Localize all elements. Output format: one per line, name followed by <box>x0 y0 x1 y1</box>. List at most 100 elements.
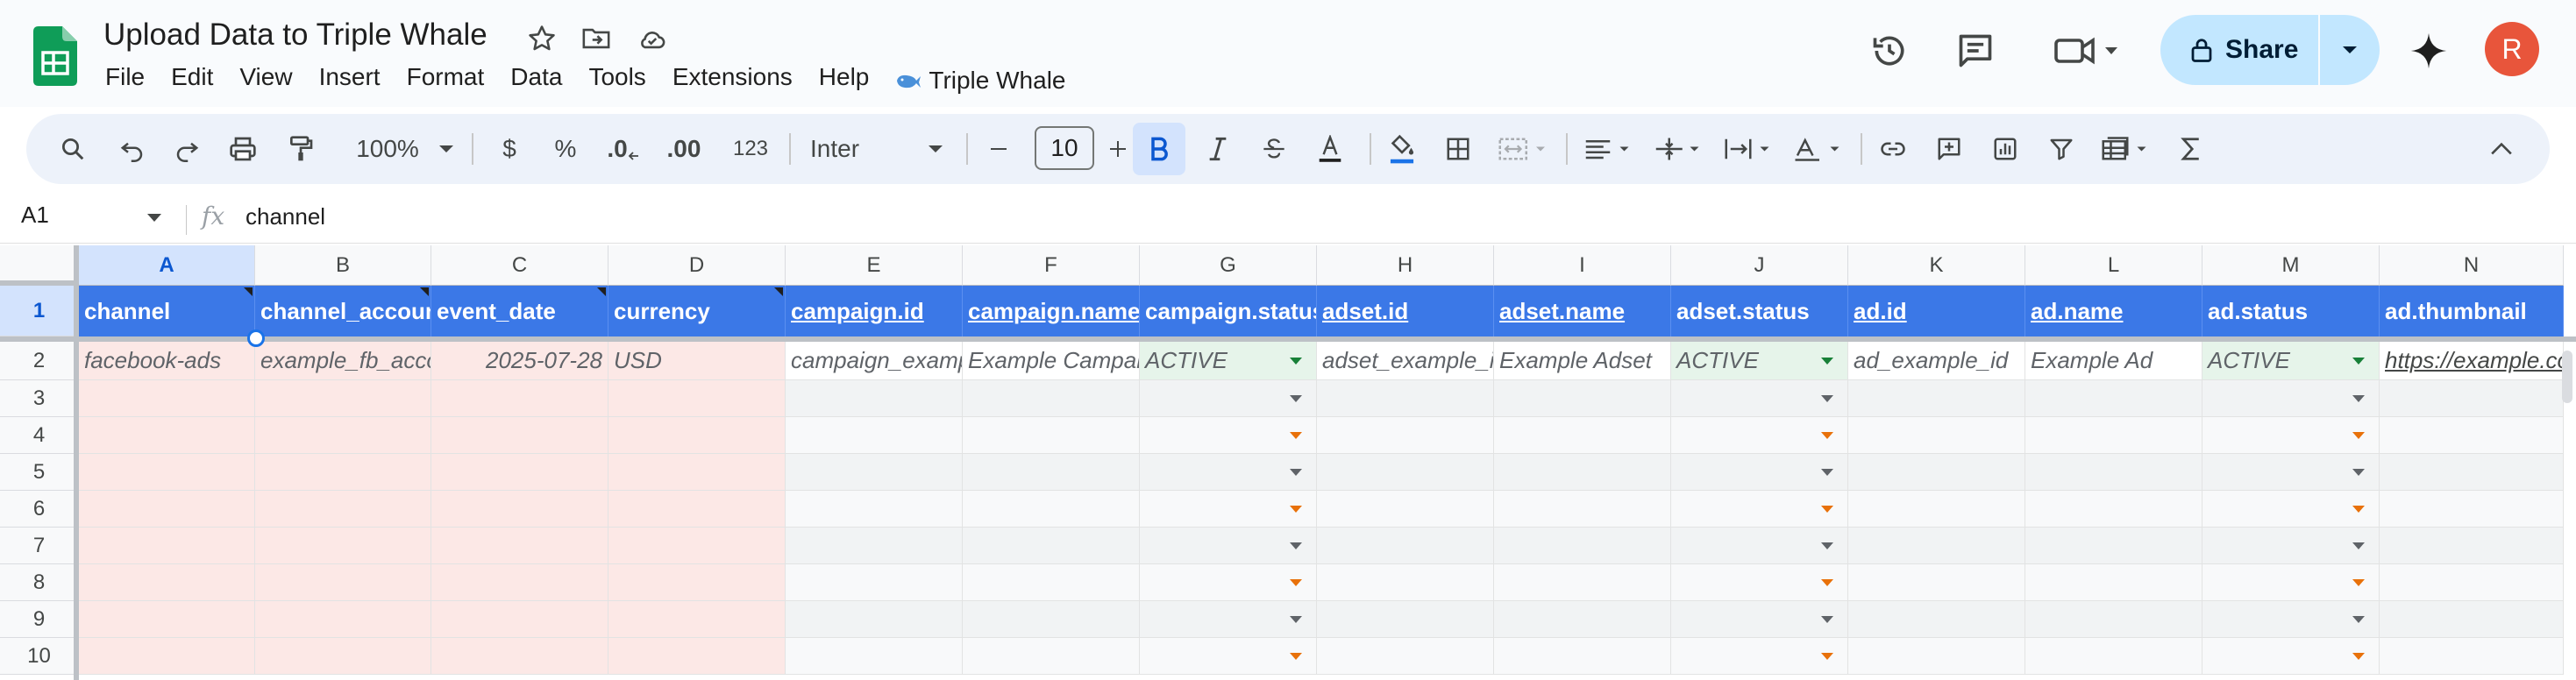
dropdown-arrow-icon[interactable] <box>2352 505 2365 513</box>
menu-file[interactable]: File <box>105 63 145 98</box>
cell-h7[interactable] <box>1317 528 1494 564</box>
cell-g3[interactable] <box>1140 380 1317 417</box>
filter-views-icon[interactable] <box>2096 123 2157 175</box>
dropdown-arrow-icon[interactable] <box>1290 652 1302 660</box>
redo-icon[interactable] <box>167 123 207 175</box>
cell-g7[interactable] <box>1140 528 1317 564</box>
cell-f5[interactable] <box>963 454 1140 491</box>
cell-n7[interactable] <box>2380 528 2564 564</box>
cell-n8[interactable] <box>2380 564 2564 601</box>
share-button[interactable]: Share <box>2160 15 2380 85</box>
dropdown-arrow-icon[interactable] <box>1290 615 1302 623</box>
column-header-g[interactable]: G <box>1140 245 1317 286</box>
cell-k6[interactable] <box>1848 491 2025 528</box>
cell-b9[interactable] <box>255 601 431 638</box>
cell-g8[interactable] <box>1140 564 1317 601</box>
cell-h10[interactable] <box>1317 638 1494 675</box>
cell-l6[interactable] <box>2025 491 2202 528</box>
example-cell-b[interactable]: example_fb_account <box>255 342 431 380</box>
dropdown-arrow-icon[interactable] <box>1821 505 1833 513</box>
dropdown-arrow-icon[interactable] <box>1290 431 1302 439</box>
menu-insert[interactable]: Insert <box>319 63 381 98</box>
example-cell-c[interactable]: 2025-07-28 <box>431 342 608 380</box>
currency-format-button[interactable]: $ <box>489 123 530 175</box>
header-cell-m[interactable]: ad.status <box>2202 286 2380 336</box>
cell-b7[interactable] <box>255 528 431 564</box>
cell-e10[interactable] <box>786 638 963 675</box>
cell-f8[interactable] <box>963 564 1140 601</box>
cell-d5[interactable] <box>608 454 786 491</box>
column-header-l[interactable]: L <box>2025 245 2202 286</box>
cell-j4[interactable] <box>1671 417 1848 454</box>
select-all-corner[interactable] <box>0 245 79 286</box>
cell-n4[interactable] <box>2380 417 2564 454</box>
cell-l3[interactable] <box>2025 380 2202 417</box>
cell-k5[interactable] <box>1848 454 2025 491</box>
cell-g10[interactable] <box>1140 638 1317 675</box>
cell-m6[interactable] <box>2202 491 2380 528</box>
cell-m4[interactable] <box>2202 417 2380 454</box>
cell-l10[interactable] <box>2025 638 2202 675</box>
cell-b3[interactable] <box>255 380 431 417</box>
dropdown-arrow-icon[interactable] <box>2352 431 2365 439</box>
cell-l4[interactable] <box>2025 417 2202 454</box>
column-header-i[interactable]: I <box>1494 245 1671 286</box>
cell-h6[interactable] <box>1317 491 1494 528</box>
formula-input[interactable]: channel <box>246 203 325 230</box>
cell-n10[interactable] <box>2380 638 2564 675</box>
example-cell-i[interactable]: Example Adset <box>1494 342 1671 380</box>
borders-icon[interactable] <box>1438 123 1478 175</box>
share-main[interactable]: Share <box>2160 15 2318 85</box>
example-cell-k[interactable]: ad_example_id <box>1848 342 2025 380</box>
header-cell-i[interactable]: adset.name <box>1494 286 1671 336</box>
increase-decimal-button[interactable]: .00 <box>658 123 710 175</box>
cell-m9[interactable] <box>2202 601 2380 638</box>
cell-l7[interactable] <box>2025 528 2202 564</box>
insert-link-icon[interactable] <box>1873 123 1913 175</box>
example-cell-a[interactable]: facebook-ads <box>79 342 255 380</box>
cell-m7[interactable] <box>2202 528 2380 564</box>
cell-e5[interactable] <box>786 454 963 491</box>
example-cell-n[interactable]: https://example.com <box>2380 342 2564 380</box>
dropdown-arrow-icon[interactable] <box>1821 652 1833 660</box>
text-color-icon[interactable] <box>1310 123 1350 175</box>
cell-d9[interactable] <box>608 601 786 638</box>
horizontal-align-icon[interactable] <box>1578 123 1640 175</box>
cell-j6[interactable] <box>1671 491 1848 528</box>
menu-edit[interactable]: Edit <box>171 63 213 98</box>
cell-f4[interactable] <box>963 417 1140 454</box>
row-header-6[interactable]: 6 <box>0 491 79 528</box>
note-indicator[interactable] <box>597 287 606 296</box>
freeze-row-handle[interactable] <box>0 336 2576 342</box>
cell-d8[interactable] <box>608 564 786 601</box>
example-cell-l[interactable]: Example Ad <box>2025 342 2202 380</box>
row-header-8[interactable]: 8 <box>0 564 79 601</box>
menu-extensions[interactable]: Extensions <box>672 63 793 98</box>
header-cell-g[interactable]: campaign.status <box>1140 286 1317 336</box>
undo-icon[interactable] <box>112 123 153 175</box>
cell-g6[interactable] <box>1140 491 1317 528</box>
cell-h5[interactable] <box>1317 454 1494 491</box>
cell-a3[interactable] <box>79 380 255 417</box>
cell-l9[interactable] <box>2025 601 2202 638</box>
paint-format-icon[interactable] <box>281 123 321 175</box>
cell-k7[interactable] <box>1848 528 2025 564</box>
cell-a10[interactable] <box>79 638 255 675</box>
cell-a7[interactable] <box>79 528 255 564</box>
cell-d6[interactable] <box>608 491 786 528</box>
menu-tools[interactable]: Tools <box>588 63 645 98</box>
cell-m8[interactable] <box>2202 564 2380 601</box>
gemini-icon[interactable] <box>2404 26 2453 75</box>
cell-k9[interactable] <box>1848 601 2025 638</box>
header-cell-b[interactable]: channel_account_id <box>255 286 431 336</box>
header-cell-j[interactable]: adset.status <box>1671 286 1848 336</box>
dropdown-arrow-icon[interactable] <box>1821 542 1833 549</box>
row-header-1[interactable]: 1 <box>0 286 79 336</box>
freeze-column-handle[interactable] <box>74 245 79 680</box>
selection-fill-handle[interactable] <box>247 329 265 347</box>
cell-k3[interactable] <box>1848 380 2025 417</box>
cell-k4[interactable] <box>1848 417 2025 454</box>
percent-format-button[interactable]: % <box>545 123 586 175</box>
column-header-n[interactable]: N <box>2380 245 2564 286</box>
row-header-3[interactable]: 3 <box>0 380 79 417</box>
